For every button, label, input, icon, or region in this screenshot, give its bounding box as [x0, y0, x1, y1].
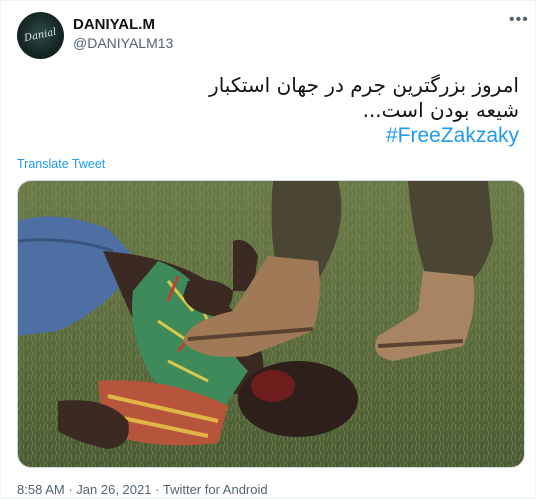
- hashtag-link[interactable]: #FreeZakzaky: [19, 123, 519, 148]
- avatar[interactable]: Danial: [17, 12, 64, 59]
- tweet-text-line: امروز بزرگترین جرم در جهان استکبار: [209, 73, 519, 97]
- avatar-text: Danial: [23, 26, 58, 45]
- meta-separator: ·: [68, 482, 73, 497]
- tweet-time[interactable]: 8:58 AM: [17, 482, 65, 497]
- photo-image: [18, 181, 524, 467]
- tweet-meta: 8:58 AM · Jan 26, 2021 · Twitter for And…: [17, 482, 268, 497]
- tweet-photo[interactable]: [17, 180, 525, 468]
- tweet-text: امروز بزرگترین جرم در جهان استکبار شیعه …: [19, 73, 519, 148]
- translate-tweet-link[interactable]: Translate Tweet: [17, 157, 105, 171]
- user-handle[interactable]: @DANIYALM13: [73, 35, 173, 51]
- tweet-text-line: شیعه بودن است...: [362, 98, 519, 122]
- meta-separator: ·: [155, 482, 160, 497]
- display-name[interactable]: DANIYAL.M: [73, 16, 155, 33]
- tweet-card: Danial DANIYAL.M @DANIYALM13 ••• امروز ب…: [0, 0, 536, 499]
- more-options-icon[interactable]: •••: [509, 11, 529, 29]
- tweet-source[interactable]: Twitter for Android: [163, 482, 268, 497]
- tweet-date[interactable]: Jan 26, 2021: [76, 482, 151, 497]
